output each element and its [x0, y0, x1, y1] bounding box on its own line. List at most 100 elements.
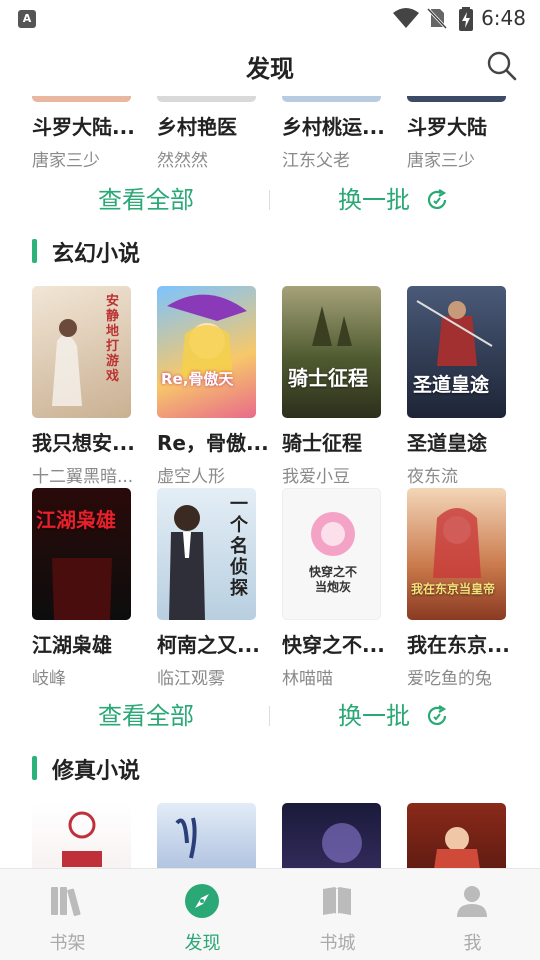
cover-text: Re,骨傲天: [161, 370, 234, 388]
nav-bookstore[interactable]: 书城: [270, 869, 405, 960]
book-cover: 圣道皇途: [407, 286, 506, 418]
book-author: 江东父老: [282, 151, 350, 171]
book-cover: 快穿之不当炮灰: [282, 488, 381, 620]
cover-text: 江湖枭雄: [36, 508, 116, 532]
refresh-label: 换一批: [338, 186, 410, 214]
book-title: 圣道皇途: [407, 431, 487, 455]
book-author: 我爱小豆: [282, 467, 350, 487]
cover-text: 骑士征程: [288, 366, 368, 390]
cover-text: 快穿之不当炮灰: [308, 565, 357, 594]
book-title: 柯南之又...: [157, 633, 260, 657]
cover-text: 安静地打游戏: [106, 294, 120, 384]
book-cover: [157, 96, 256, 102]
book-card[interactable]: [282, 803, 402, 868]
nav-profile[interactable]: 我: [405, 869, 540, 960]
refresh-button[interactable]: 换一批: [338, 180, 410, 220]
book-author: 虚空人形: [157, 467, 225, 487]
book-author: 唐家三少: [407, 151, 475, 171]
divider: [269, 706, 270, 726]
cover-text: 圣道皇途: [413, 374, 490, 396]
section-accent-bar: [32, 239, 37, 263]
book-card[interactable]: 安静地打游戏 我只想安... 十二翼黑暗...: [32, 286, 152, 487]
book-title: 江湖枭雄: [32, 633, 112, 657]
book-card[interactable]: 乡村桃运... 江东父老: [282, 96, 402, 171]
book-card[interactable]: 斗罗大陆 唐家三少: [407, 96, 527, 171]
book-title: 我只想安...: [32, 431, 135, 455]
app-header: 发现: [0, 36, 540, 96]
section-title-text: 修真小说: [52, 759, 141, 784]
bottom-nav: 书架 发现 书城 我: [0, 868, 540, 960]
section-accent-bar: [32, 756, 37, 780]
book-card[interactable]: [407, 803, 527, 868]
search-icon[interactable]: [486, 50, 518, 82]
book-card[interactable]: 江湖枭雄 江湖枭雄 岐峰: [32, 488, 152, 689]
book-cover: [157, 803, 256, 868]
refresh-button[interactable]: 换一批: [338, 696, 410, 736]
actions-row: 查看全部 换一批: [0, 696, 540, 736]
book-card[interactable]: [157, 803, 277, 868]
view-all-button[interactable]: 查看全部: [98, 696, 194, 736]
book-cover: 我在东京当皇帝: [407, 488, 506, 620]
nav-label: 发现: [184, 933, 221, 954]
book-cover: 一个名侦探: [157, 488, 256, 620]
book-title: 我在东京...: [407, 633, 510, 657]
book-cover: [407, 803, 506, 868]
status-time: 6:48: [481, 6, 526, 30]
book-cover: 骑士征程: [282, 286, 381, 418]
user-icon: [457, 886, 487, 917]
book-title: 乡村艳医: [157, 115, 237, 139]
book-author: 林喵喵: [282, 669, 333, 689]
book-author: 临江观雾: [157, 669, 225, 689]
book-card[interactable]: 快穿之不当炮灰 快穿之不... 林喵喵: [282, 488, 402, 689]
book-author: 十二翼黑暗...: [32, 467, 134, 487]
book-card[interactable]: Re,骨傲天 Re，骨傲... 虚空人形: [157, 286, 277, 487]
page-title: 发现: [246, 55, 294, 83]
app-notification-icon: A: [18, 10, 36, 28]
book-card[interactable]: 斗罗大陆... 唐家三少: [32, 96, 152, 171]
book-cover: Re,骨傲天: [157, 286, 256, 418]
discover-feed[interactable]: 斗罗大陆... 唐家三少 乡村艳医 然然然 乡村桃运... 江东父老 斗罗大陆 …: [0, 96, 540, 868]
book-cover: [407, 96, 506, 102]
book-icon: [323, 887, 351, 915]
book-title: Re，骨傲...: [157, 431, 269, 455]
nav-discover[interactable]: 发现: [135, 869, 270, 960]
book-card[interactable]: 一个名侦探 柯南之又... 临江观雾: [157, 488, 277, 689]
book-cover: [32, 803, 131, 868]
no-sim-icon: [426, 7, 448, 29]
book-author: 爱吃鱼的兔: [407, 669, 492, 689]
book-title: 骑士征程: [282, 431, 362, 455]
battery-charging-icon: [459, 7, 473, 31]
refresh-icon[interactable]: [425, 704, 449, 728]
book-author: 夜东流: [407, 467, 458, 487]
compass-icon: [185, 884, 219, 918]
nav-label: 我: [463, 933, 482, 954]
book-author: 然然然: [157, 151, 208, 171]
bookshelf-icon: [51, 887, 81, 917]
book-author: 唐家三少: [32, 151, 100, 171]
divider: [269, 190, 270, 210]
book-author: 岐峰: [32, 669, 66, 689]
actions-row: 查看全部 换一批: [0, 180, 540, 220]
book-card[interactable]: 我在东京当皇帝 我在东京... 爱吃鱼的兔: [407, 488, 527, 689]
book-card[interactable]: [32, 803, 152, 868]
book-card[interactable]: 乡村艳医 然然然: [157, 96, 277, 171]
refresh-label: 换一批: [338, 702, 410, 730]
nav-bookshelf[interactable]: 书架: [0, 869, 135, 960]
book-cover: 江湖枭雄: [32, 488, 131, 620]
wifi-icon: [393, 8, 419, 28]
view-all-button[interactable]: 查看全部: [98, 180, 194, 220]
book-title: 快穿之不...: [282, 633, 385, 657]
cover-text: 一个名侦探: [230, 494, 248, 599]
book-cover: 安静地打游戏: [32, 286, 131, 418]
book-title: 乡村桃运...: [282, 115, 385, 139]
nav-label: 书城: [319, 933, 356, 954]
refresh-icon[interactable]: [425, 188, 449, 212]
book-title: 斗罗大陆...: [32, 115, 135, 139]
book-title: 斗罗大陆: [407, 115, 487, 139]
book-cover: [282, 96, 381, 102]
book-cover: [282, 803, 381, 868]
cover-text: 我在东京当皇帝: [411, 582, 496, 596]
book-card[interactable]: 圣道皇途 圣道皇途 夜东流: [407, 286, 527, 487]
status-bar: A 6:48: [0, 0, 540, 36]
book-card[interactable]: 骑士征程 骑士征程 我爱小豆: [282, 286, 402, 487]
